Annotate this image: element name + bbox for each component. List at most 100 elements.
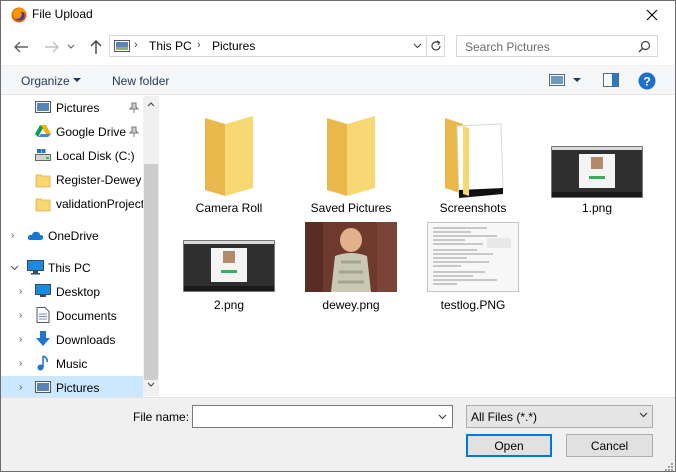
chevron-down-icon [147,382,155,387]
chevron-right-icon[interactable]: › [19,334,22,345]
scroll-up-button[interactable] [143,96,159,112]
refresh-icon [431,40,441,51]
nav-item-label: Google Drive [56,125,127,139]
onedrive-icon [27,231,44,240]
address-dropdown-button[interactable] [407,36,427,56]
local-disk-icon [35,149,51,161]
file-label: Saved Pictures [310,201,392,215]
pictures-folder-icon [35,381,51,393]
close-button[interactable] [629,1,675,29]
nav-item-label: This PC [48,261,91,275]
nav-item-documents[interactable]: › Documents [1,304,143,328]
documents-icon [36,307,50,323]
nav-item-register-dewey[interactable]: Register-Dewey [1,168,143,192]
arrow-left-icon [14,41,28,53]
refresh-button[interactable] [426,36,445,56]
screenshot-thumbnail [551,146,643,198]
resize-grip-icon[interactable] [663,461,673,471]
arrow-up-icon [90,40,102,54]
command-toolbar: Organize New folder ? [1,65,675,95]
view-options-chevron-icon[interactable] [573,78,581,83]
file-label: Camera Roll [195,201,263,215]
content-scroll-gutter [666,96,675,396]
file-label: Screenshots [439,201,507,215]
folder-with-content-icon [445,118,504,198]
chevron-up-icon [147,101,155,106]
chevron-right-icon[interactable]: › [11,230,14,241]
nav-item-validation-project[interactable]: validationProject [1,192,143,216]
file-item-screenshots[interactable]: Screenshots [413,104,533,224]
file-type-select[interactable]: All Files (*.*) [466,405,653,428]
chevron-right-icon[interactable]: › [19,382,22,393]
file-item-dewey-png[interactable]: dewey.png [291,222,411,346]
new-folder-button[interactable]: New folder [112,74,169,88]
chevron-down-icon [639,412,648,418]
close-icon [646,9,658,21]
scroll-down-button[interactable] [143,376,159,392]
help-icon[interactable]: ? [638,72,656,90]
pin-icon [129,126,139,137]
file-name-input[interactable] [192,405,453,428]
file-label: dewey.png [322,298,380,312]
screenshot-thumbnail [183,240,275,292]
organize-button[interactable]: Organize [21,74,70,88]
title-bar: File Upload [1,1,675,29]
pictures-folder-icon [114,40,130,52]
preview-pane-icon[interactable] [603,73,619,87]
nav-item-label: Register-Dewey [56,173,142,187]
breadcrumb-separator-icon: › [197,39,201,51]
svg-text:?: ? [643,75,650,89]
nav-item-onedrive[interactable]: › OneDrive [1,224,143,248]
nav-item-music[interactable]: › Music [1,352,143,376]
nav-item-label: Music [56,357,88,371]
nav-item-label: OneDrive [48,229,99,243]
recent-locations-button[interactable] [65,38,77,56]
back-button[interactable] [11,38,31,56]
file-item-1-png[interactable]: 1.png [537,104,657,224]
google-drive-icon [35,125,51,137]
scrollbar-thumb[interactable] [144,164,158,380]
address-bar[interactable]: › This PC › Pictures [109,35,445,57]
downloads-icon [36,331,50,346]
forward-button[interactable] [42,38,62,56]
file-name-dropdown-button[interactable] [433,406,452,427]
breadcrumb-this-pc[interactable]: This PC [149,39,192,53]
change-view-icon[interactable] [549,73,565,87]
nav-item-google-drive[interactable]: Google Drive [1,120,143,144]
file-type-value: All Files (*.*) [471,410,538,424]
nav-item-label: Downloads [56,333,116,347]
chevron-down-icon[interactable] [10,265,19,271]
chevron-down-icon [438,414,447,419]
nav-item-label: Pictures [56,381,100,395]
file-item-2-png[interactable]: 2.png [169,226,289,346]
navigation-pane: Pictures Google Drive Local Disk (C:) Re… [1,96,159,400]
nav-item-desktop[interactable]: › Desktop [1,280,143,304]
search-input[interactable]: Search Pictures [456,35,658,57]
file-item-camera-roll[interactable]: Camera Roll [169,104,289,224]
cancel-button[interactable]: Cancel [566,434,653,457]
photo-thumbnail [305,222,397,292]
chevron-right-icon[interactable]: › [19,286,22,297]
nav-pane-scrollbar[interactable] [143,96,159,396]
firefox-icon [11,7,27,23]
chevron-right-icon[interactable]: › [19,310,22,321]
chevron-down-icon [67,44,75,49]
window-title: File Upload [32,7,93,21]
up-button[interactable] [86,38,106,56]
folder-icon [327,116,375,196]
nav-item-this-pc[interactable]: This PC [1,256,143,280]
chevron-right-icon[interactable]: › [19,358,22,369]
file-item-testlog-png[interactable]: testlog.PNG [413,222,533,346]
nav-item-local-disk[interactable]: Local Disk (C:) [1,144,143,168]
log-thumbnail [427,222,519,292]
file-label: 2.png [213,298,245,312]
breadcrumb-pictures[interactable]: Pictures [212,39,255,53]
nav-item-pictures-quick[interactable]: Pictures [1,96,143,120]
dialog-footer: File name: All Files (*.*) Open Cancel [1,397,675,471]
arrow-right-icon [45,41,59,53]
nav-item-label: Desktop [56,285,101,299]
nav-item-label: Local Disk (C:) [56,149,135,163]
open-button[interactable]: Open [466,434,552,457]
nav-item-downloads[interactable]: › Downloads [1,328,143,352]
file-item-saved-pictures[interactable]: Saved Pictures [291,104,411,224]
